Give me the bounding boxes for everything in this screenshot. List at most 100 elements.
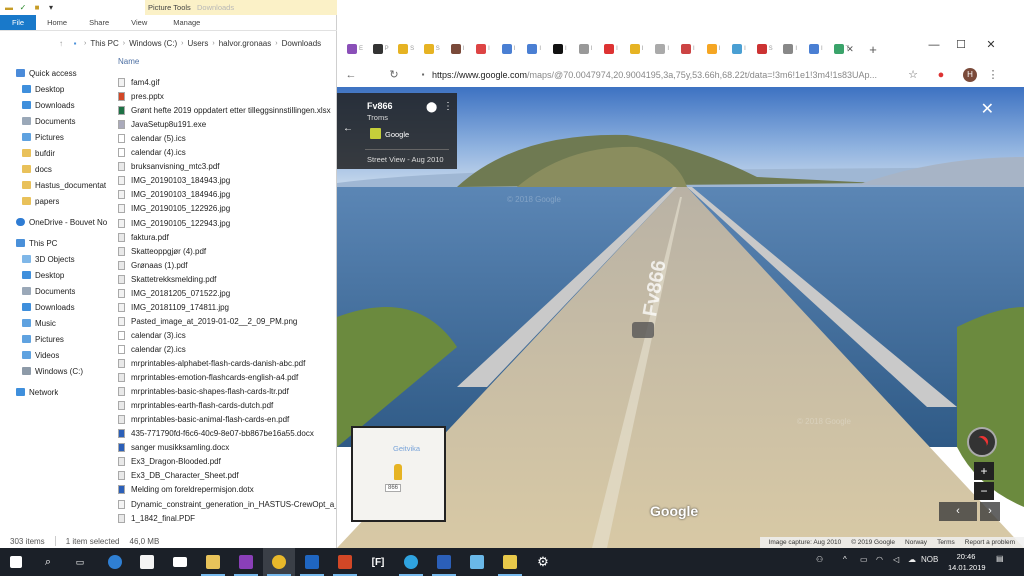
file-row[interactable]: calendar (4).ics <box>118 146 186 159</box>
file-row[interactable]: mrprintables-emotion-flashcards-english-… <box>118 371 298 384</box>
compass-icon[interactable] <box>967 427 997 457</box>
new-tab-button[interactable]: + <box>865 42 881 57</box>
file-row[interactable]: Melding om foreldrepermisjon.dotx <box>118 483 254 496</box>
nav-documents-pc[interactable]: Documents <box>22 284 75 298</box>
language-indicator[interactable]: NOB <box>921 555 938 564</box>
browser-tab[interactable]: I <box>808 43 824 55</box>
taskbar-store[interactable] <box>131 548 163 576</box>
nav-pictures[interactable]: Pictures ✦ <box>22 130 110 144</box>
taskbar-app-pen[interactable] <box>461 548 493 576</box>
terms-link[interactable]: Terms <box>937 539 955 546</box>
nav-network[interactable]: Network <box>16 385 58 399</box>
file-row[interactable]: JavaSetup8u191.exe <box>118 118 206 131</box>
wifi-icon[interactable]: ◠ <box>876 555 883 564</box>
taskbar-app-f[interactable]: [F] <box>362 548 394 576</box>
task-view-button[interactable]: ▭ <box>64 548 96 576</box>
close-street-view-icon[interactable]: ✕ <box>981 99 994 119</box>
nav-docs[interactable]: docs <box>22 162 52 176</box>
browser-tab[interactable]: I <box>526 43 542 55</box>
nav-3d-objects[interactable]: 3D Objects <box>22 252 75 266</box>
map-pin-icon[interactable]: ⬤ <box>426 102 437 113</box>
file-row[interactable]: IMG_20190103_184943.jpg <box>118 174 230 187</box>
browser-tab[interactable]: I <box>449 43 465 55</box>
browser-tab[interactable]: I <box>577 43 593 55</box>
file-row[interactable]: bruksanvisning_mtc3.pdf <box>118 160 220 173</box>
extension-icon[interactable]: ● <box>933 67 949 83</box>
street-view-panel[interactable]: Fv866 © 2018 Google © 2018 Google ← Fv86… <box>337 87 1024 548</box>
file-row[interactable]: Skatteoppgjør (4).pdf <box>118 245 206 258</box>
nav-videos[interactable]: Videos <box>22 348 59 362</box>
browser-tab[interactable]: S <box>423 43 440 55</box>
nav-bufdir[interactable]: bufdir <box>22 146 55 160</box>
minimap[interactable]: Geitvika 866 <box>351 426 446 522</box>
up-arrow-icon[interactable]: ↑ <box>56 39 66 48</box>
file-row[interactable]: mrprintables-earth-flash-cards-dutch.pdf <box>118 399 273 412</box>
context-tab-picture-tools[interactable]: Picture Tools <box>148 3 191 12</box>
customize-toolbar-icon[interactable]: ▾ <box>46 3 56 13</box>
new-folder-icon[interactable]: ■ <box>32 3 42 13</box>
file-row[interactable]: Dynamic_constraint_generation_in_HASTUS-… <box>118 498 336 511</box>
taskbar-chrome[interactable] <box>263 548 295 576</box>
reload-icon[interactable]: ↻ <box>386 67 402 83</box>
browser-tab[interactable]: I <box>629 43 645 55</box>
nav-downloads[interactable]: Downloads ✦ <box>22 98 110 112</box>
lock-icon[interactable]: ▪ <box>415 67 431 83</box>
browser-tab[interactable]: I <box>654 43 670 55</box>
taskbar-powerpoint[interactable] <box>329 548 361 576</box>
checkmark-icon[interactable]: ✓ <box>18 3 28 13</box>
bookmark-star-icon[interactable]: ☆ <box>905 67 921 83</box>
tab-file[interactable]: File <box>0 15 37 30</box>
file-row[interactable]: IMG_20181109_174811.jpg <box>118 301 229 314</box>
file-row[interactable]: pres.pptx <box>118 90 164 103</box>
zoom-in-button[interactable]: + <box>974 462 994 480</box>
browser-tab[interactable]: I <box>501 43 517 55</box>
browser-tab[interactable]: I <box>731 43 747 55</box>
taskbar-skype[interactable] <box>395 548 427 576</box>
file-row[interactable]: Grønt hefte 2019 oppdatert etter tillegg… <box>118 104 331 117</box>
browser-tab[interactable]: I <box>552 43 568 55</box>
file-row[interactable]: mrprintables-basic-shapes-flash-cards-lt… <box>118 385 289 398</box>
file-row[interactable]: Ex3_Dragon-Blooded.pdf <box>118 455 221 468</box>
nav-this-pc[interactable]: This PC <box>16 236 57 250</box>
file-row[interactable]: Grønaas (1).pdf <box>118 259 187 272</box>
browser-tab[interactable]: E <box>347 43 363 55</box>
file-row[interactable]: Pasted_image_at_2019-01-02__2_09_PM.png <box>118 315 297 328</box>
breadcrumb-users[interactable]: Users <box>188 39 209 48</box>
file-row[interactable]: calendar (5).ics <box>118 132 186 145</box>
taskbar-edge[interactable] <box>99 548 131 576</box>
file-row[interactable]: IMG_20190103_184946.jpg <box>118 188 230 201</box>
notifications-icon[interactable]: ▤ <box>996 554 1004 563</box>
show-hidden-icons[interactable]: ^ <box>843 555 847 564</box>
start-button[interactable] <box>0 548 32 576</box>
breadcrumb-this-pc[interactable]: This PC <box>90 39 118 48</box>
file-row[interactable]: IMG_20190105_122943.jpg <box>118 217 230 230</box>
folder-icon[interactable]: ▬ <box>4 3 14 13</box>
pegman-icon[interactable] <box>394 464 402 480</box>
file-row[interactable]: Skattetrekksmelding.pdf <box>118 273 216 286</box>
taskbar-onenote[interactable] <box>230 548 262 576</box>
taskbar-word[interactable] <box>428 548 460 576</box>
close-button[interactable]: ✕ <box>982 38 1000 52</box>
taskbar-mail[interactable] <box>164 548 196 576</box>
browser-tab[interactable]: I <box>782 43 798 55</box>
taskbar-explorer[interactable] <box>197 548 229 576</box>
file-row[interactable]: calendar (3).ics <box>118 329 186 342</box>
tab-share[interactable]: Share <box>78 15 120 30</box>
zoom-out-button[interactable]: − <box>974 482 994 500</box>
url-bar[interactable]: https://www.google.com/maps/@70.0047974,… <box>432 67 912 83</box>
file-row[interactable]: fam4.gif <box>118 76 159 89</box>
browser-tab[interactable]: S <box>756 43 773 55</box>
address-bar[interactable]: ↑ ▪ › This PC › Windows (C:) › Users › h… <box>0 34 337 52</box>
people-icon[interactable]: ⚇ <box>816 555 823 564</box>
tab-manage[interactable]: Manage <box>162 15 211 30</box>
tab-view[interactable]: View <box>120 15 158 30</box>
back-arrow-icon[interactable]: ← <box>343 123 353 134</box>
file-row[interactable]: 435-771790fd-f6c6-40c9-8e07-bb867be16a55… <box>118 427 314 440</box>
nav-windows-c[interactable]: Windows (C:) <box>22 364 83 378</box>
report-problem-link[interactable]: Report a problem <box>965 539 1015 546</box>
browser-tab[interactable]: I <box>603 43 619 55</box>
file-row[interactable]: 1_1842_final.PDF <box>118 512 195 525</box>
file-row[interactable]: mrprintables-basic-animal-flash-cards-en… <box>118 413 289 426</box>
nav-desktop-pc[interactable]: Desktop <box>22 268 64 282</box>
browser-tab[interactable]: P <box>372 43 389 55</box>
